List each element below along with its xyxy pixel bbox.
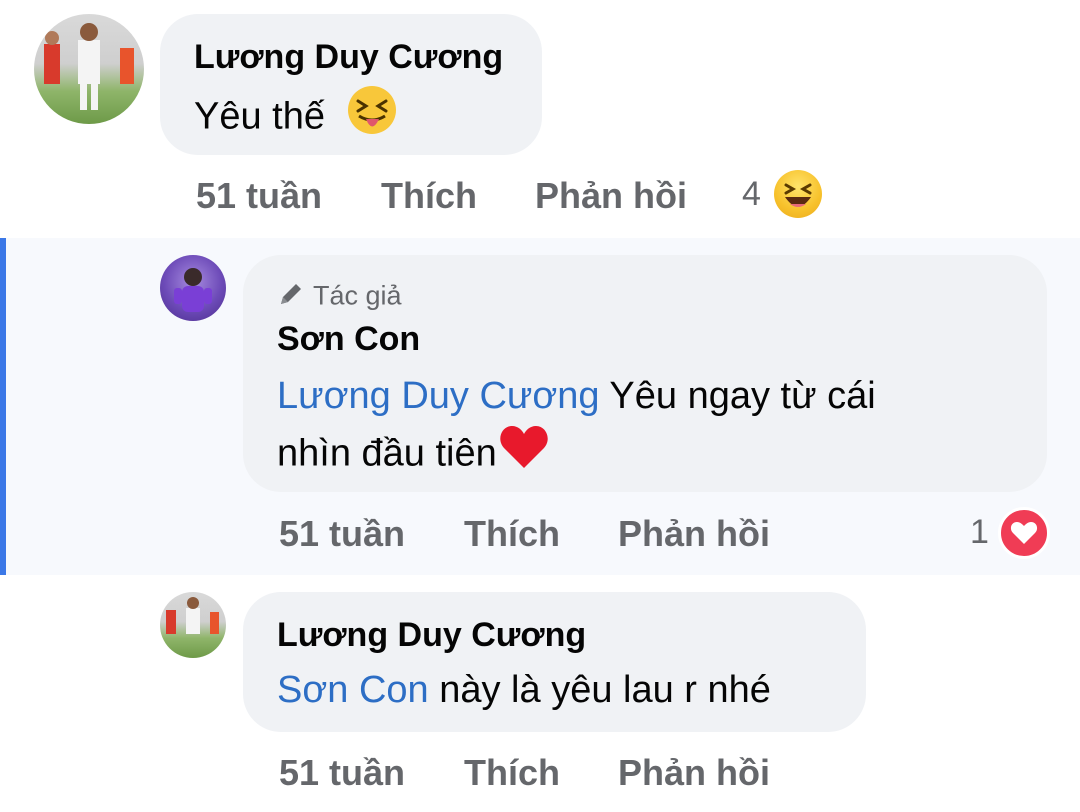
comment-text-continued: nhìn đầu tiên xyxy=(277,424,549,487)
author-badge-label: Tác giả xyxy=(313,280,402,311)
avatar-luong-duy-cuong[interactable] xyxy=(34,14,144,124)
author-badge: Tác giả xyxy=(277,280,402,315)
haha-reaction-icon[interactable] xyxy=(774,170,822,218)
comment-time[interactable]: 51 tuần xyxy=(196,175,322,217)
red-heart-emoji-icon xyxy=(499,424,549,487)
comment-text-body: này là yêu lau r nhé xyxy=(428,669,771,711)
mention-link[interactable]: Lương Duy Cương xyxy=(277,375,600,417)
highlight-indicator-bar xyxy=(0,238,6,575)
avatar-photo-icon xyxy=(174,268,212,312)
avatar-photo-icon xyxy=(44,23,134,110)
reaction-count[interactable]: 4 xyxy=(742,175,761,214)
reaction-count[interactable]: 1 xyxy=(970,513,989,552)
comment-time[interactable]: 51 tuần xyxy=(279,752,405,794)
reply-button[interactable]: Phản hồi xyxy=(618,752,770,794)
comment-text-line1: Yêu ngay từ cái xyxy=(599,375,876,417)
reply-button[interactable]: Phản hồi xyxy=(618,513,770,555)
like-button[interactable]: Thích xyxy=(381,175,477,217)
avatar-luong-duy-cuong[interactable] xyxy=(160,592,226,658)
comment-author[interactable]: Lương Duy Cương xyxy=(194,38,503,77)
avatar-son-con[interactable] xyxy=(160,255,226,321)
comment-time[interactable]: 51 tuần xyxy=(279,513,405,555)
comment-text: Yêu thế xyxy=(194,84,398,153)
mention-link[interactable]: Sơn Con xyxy=(277,669,429,711)
avatar-photo-icon xyxy=(166,597,219,634)
reply-button[interactable]: Phản hồi xyxy=(535,175,687,217)
comment-author[interactable]: Lương Duy Cương xyxy=(277,616,586,655)
love-reaction-icon[interactable] xyxy=(998,507,1050,559)
pencil-icon xyxy=(277,280,305,315)
comment-text-body: Yêu thế xyxy=(194,95,325,138)
comment-text: Sơn Con này là yêu lau r nhé xyxy=(277,661,771,719)
squinting-tongue-emoji-icon xyxy=(346,84,398,153)
comment-author[interactable]: Sơn Con xyxy=(277,320,420,359)
like-button[interactable]: Thích xyxy=(464,752,560,794)
comment-text-line2: nhìn đầu tiên xyxy=(277,432,497,475)
like-button[interactable]: Thích xyxy=(464,513,560,555)
comment-text: Lương Duy Cương Yêu ngay từ cái xyxy=(277,367,876,425)
